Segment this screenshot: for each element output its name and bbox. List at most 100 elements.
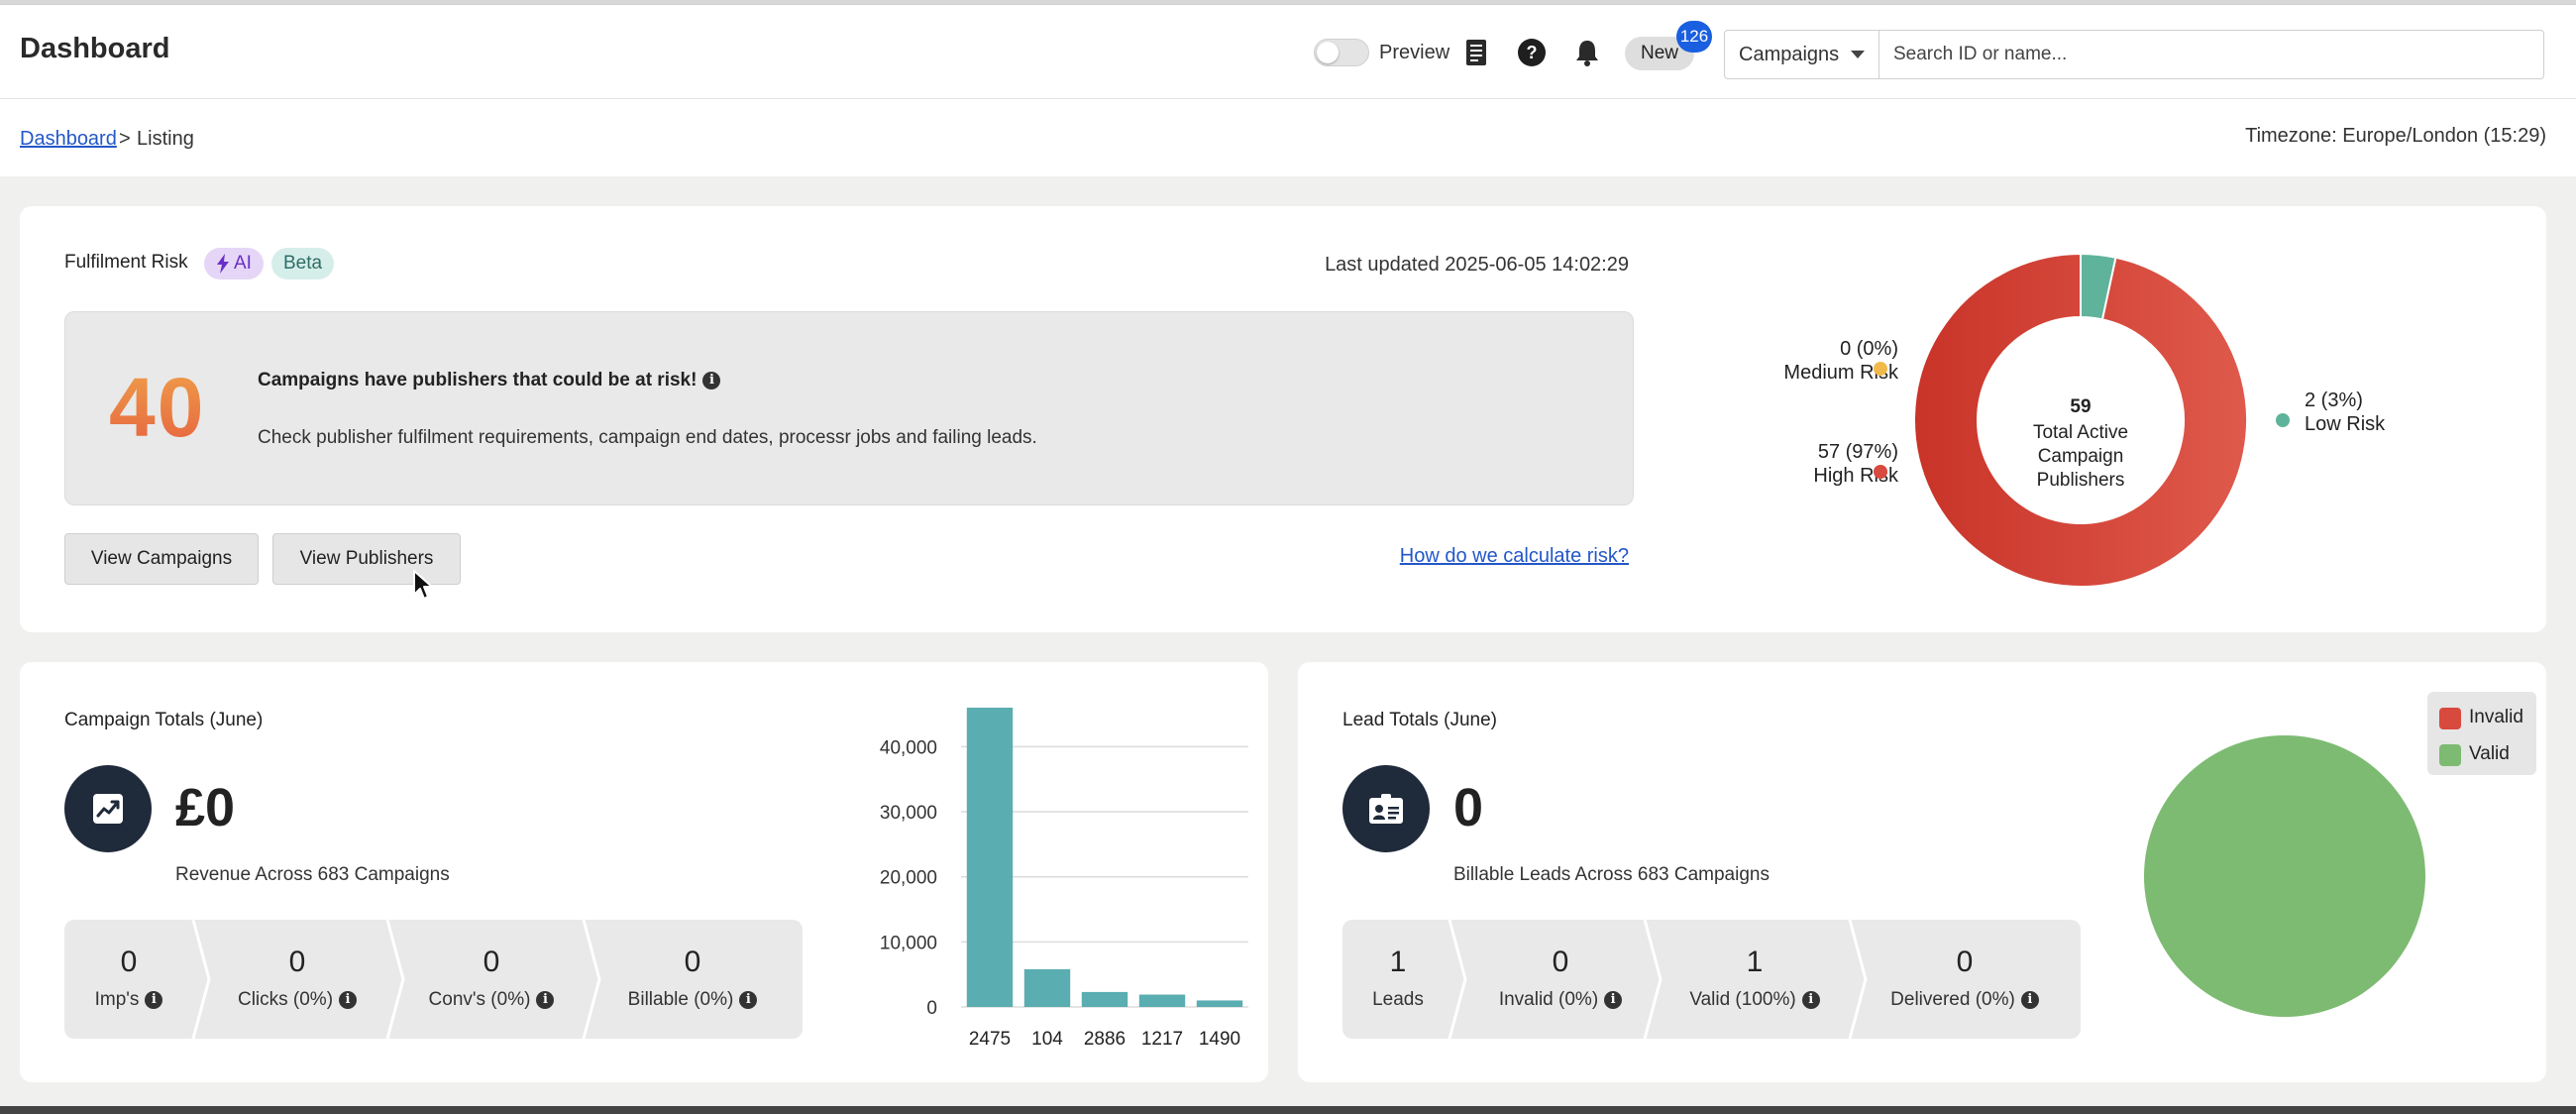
legend-low-risk: 2 (3%) Low Risk bbox=[2305, 389, 2385, 436]
x-tick-label: 1217 bbox=[1141, 1029, 1183, 1050]
bottom-border bbox=[0, 1106, 2576, 1114]
lightning-icon bbox=[217, 254, 229, 274]
lead-totals-title: Lead Totals (June) bbox=[1342, 710, 1497, 730]
legend-medium-risk: 0 (0%) Medium Risk bbox=[1783, 337, 1898, 385]
campaign-totals-card: Campaign Totals (June) £0 Revenue Across… bbox=[20, 662, 1268, 1082]
low-risk-dot bbox=[2276, 413, 2290, 427]
alert-headline: Campaigns have publishers that could be … bbox=[258, 370, 721, 391]
valid-label: Valid (100%) i bbox=[1646, 989, 1864, 1011]
strip-dividers bbox=[191, 920, 601, 1039]
valid-label-text: Valid (100%) bbox=[1689, 989, 1796, 1010]
delivered-value: 0 bbox=[1956, 946, 1974, 978]
y-tick-label: 10,000 bbox=[880, 933, 937, 953]
y-tick-label: 0 bbox=[926, 998, 937, 1019]
low-risk-value: 2 (3%) bbox=[2305, 390, 2363, 411]
chevron-down-icon bbox=[1851, 51, 1866, 58]
bar[interactable] bbox=[1081, 991, 1128, 1007]
search-input[interactable] bbox=[1883, 31, 2537, 78]
high-risk-dot bbox=[1874, 465, 1887, 479]
donut-center-line3: Publishers bbox=[2037, 470, 2125, 491]
campaign-stats-strip: 0 Imp's i 0 Clicks (0%) i 0 Conv's (0%) i 0… bbox=[64, 920, 803, 1039]
low-risk-label: Low Risk bbox=[2305, 413, 2386, 435]
conversions-label-text: Conv's (0%) bbox=[428, 989, 531, 1010]
trend-chart-icon-svg bbox=[93, 794, 123, 824]
lead-stats-strip: 1 Leads 0 Invalid (0%) i 1 Valid (100%) i … bbox=[1342, 920, 2081, 1039]
billable-leads-subtext: Billable Leads Across 683 Campaigns bbox=[1453, 864, 1770, 885]
ai-badge: AI bbox=[204, 248, 264, 279]
y-tick-label: 20,000 bbox=[880, 868, 937, 889]
breadcrumb-bar bbox=[0, 99, 2576, 176]
bell-icon[interactable] bbox=[1571, 37, 1603, 68]
y-tick-label: 40,000 bbox=[880, 737, 937, 758]
mouse-cursor-icon bbox=[413, 570, 433, 600]
invalid-value: 0 bbox=[1552, 946, 1569, 978]
preview-label: Preview bbox=[1379, 42, 1450, 63]
medium-risk-dot bbox=[1874, 362, 1887, 376]
info-icon[interactable]: i bbox=[1604, 990, 1623, 1009]
info-icon[interactable]: i bbox=[145, 990, 163, 1009]
info-icon[interactable]: i bbox=[339, 990, 358, 1009]
ai-badge-label: AI bbox=[234, 253, 252, 274]
clicks-label-text: Clicks (0%) bbox=[237, 989, 334, 1010]
leads-value: 1 bbox=[1389, 946, 1407, 978]
billable-label: Billable (0%) i bbox=[584, 989, 802, 1011]
revenue-subtext: Revenue Across 683 Campaigns bbox=[175, 864, 450, 885]
risk-alert-box: 40 Campaigns have publishers that could … bbox=[64, 311, 1634, 505]
svg-text:?: ? bbox=[1527, 43, 1538, 62]
strip-dividers bbox=[1448, 920, 1868, 1039]
search-type-label: Campaigns bbox=[1739, 43, 1840, 65]
donut-center-line2: Campaign bbox=[2038, 446, 2124, 467]
conversions-value: 0 bbox=[483, 946, 500, 978]
breadcrumb-current: Listing bbox=[137, 128, 194, 150]
valid-value: 1 bbox=[1746, 946, 1764, 978]
medium-risk-value: 0 (0%) bbox=[1840, 338, 1898, 360]
beta-badge: Beta bbox=[271, 248, 335, 279]
info-icon[interactable]: i bbox=[702, 371, 721, 390]
lead-totals-card: Lead Totals (June) 0 Billable Leads Acro… bbox=[1298, 662, 2546, 1082]
contact-card-icon-svg bbox=[1369, 794, 1403, 824]
bar[interactable] bbox=[1138, 994, 1186, 1007]
alert-headline-text: Campaigns have publishers that could be … bbox=[258, 370, 698, 390]
legend-swatch-valid bbox=[2439, 744, 2461, 766]
lead-pie-chart bbox=[2144, 735, 2425, 1017]
view-campaigns-button[interactable]: View Campaigns bbox=[64, 533, 259, 585]
breadcrumb-separator: > bbox=[119, 128, 131, 150]
legend-label-invalid: Invalid bbox=[2469, 707, 2523, 727]
delivered-label-text: Delivered (0%) bbox=[1890, 989, 2015, 1010]
impressions-value: 0 bbox=[120, 946, 138, 978]
revenue-value: £0 bbox=[175, 778, 236, 837]
search-type-select[interactable]: Campaigns bbox=[1725, 31, 1879, 78]
legend-high-risk: 57 (97%) High Risk bbox=[1813, 440, 1898, 488]
donut-segments bbox=[1913, 252, 2248, 588]
bar[interactable] bbox=[1023, 968, 1071, 1007]
help-icon-svg: ? bbox=[1518, 39, 1546, 66]
info-icon[interactable]: i bbox=[1801, 990, 1820, 1009]
preview-toggle[interactable] bbox=[1314, 39, 1369, 66]
info-icon[interactable]: i bbox=[2020, 990, 2039, 1009]
x-tick-label: 104 bbox=[1031, 1029, 1063, 1050]
donut-slice-high-risk bbox=[1913, 252, 2248, 588]
breadcrumb-dashboard-link[interactable]: Dashboard bbox=[20, 128, 117, 151]
bar[interactable] bbox=[966, 708, 1014, 1007]
clicks-value: 0 bbox=[288, 946, 306, 978]
alert-subtext: Check publisher fulfilment requirements,… bbox=[258, 427, 1037, 448]
lead-pie-legend: Invalid Valid bbox=[2427, 692, 2536, 775]
help-icon[interactable]: ? bbox=[1516, 37, 1548, 68]
invalid-label-text: Invalid (0%) bbox=[1498, 989, 1599, 1010]
at-risk-count: 40 bbox=[109, 361, 206, 454]
info-icon[interactable]: i bbox=[739, 990, 758, 1009]
app-header: Dashboard Preview ? New 126 Campaigns bbox=[0, 5, 2576, 99]
donut-total: 59 bbox=[2070, 396, 2091, 417]
campaign-bar-chart: 0 10,000 20,000 30,000 40,000 2475 104 2886 1217… bbox=[880, 708, 1248, 1050]
page-title: Dashboard bbox=[20, 33, 170, 64]
risk-donut-chart: 59 Total Active Campaign Publishers bbox=[1913, 252, 2248, 588]
how-calculate-risk-link[interactable]: How do we calculate risk? bbox=[1400, 545, 1629, 568]
info-icon[interactable]: i bbox=[536, 990, 555, 1009]
bar[interactable] bbox=[1196, 1000, 1243, 1007]
x-tick-label: 1490 bbox=[1199, 1029, 1240, 1050]
donut-center-line1: Total Active bbox=[2033, 422, 2128, 443]
notification-count-badge: 126 bbox=[1676, 21, 1712, 53]
contact-card-icon bbox=[1342, 765, 1430, 852]
document-icon[interactable] bbox=[1460, 37, 1492, 68]
bell-icon-svg bbox=[1576, 41, 1598, 66]
